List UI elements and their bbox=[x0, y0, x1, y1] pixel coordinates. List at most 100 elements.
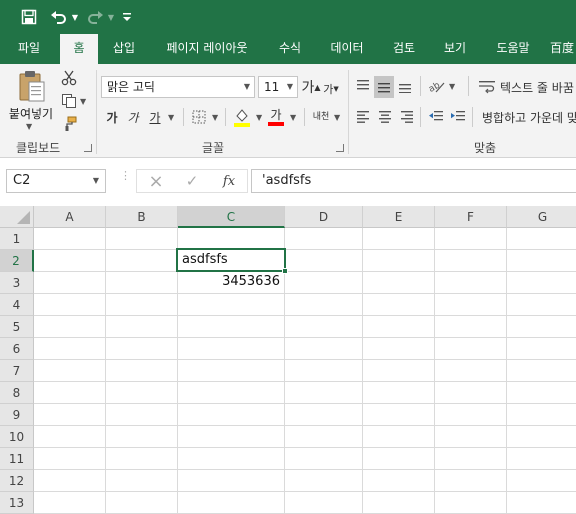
redo-button[interactable] bbox=[84, 7, 106, 27]
up-arrow-icon: ▲ bbox=[314, 82, 321, 92]
splitter-handle[interactable]: ⋮ bbox=[120, 170, 131, 187]
cancel-button[interactable]: × bbox=[146, 171, 166, 192]
align-left-button[interactable] bbox=[354, 107, 372, 125]
wrap-text-button[interactable]: 텍스트 줄 바꿈 bbox=[478, 76, 576, 98]
row-header-3[interactable]: 3 bbox=[0, 272, 34, 294]
tab-review[interactable]: 검토 bbox=[384, 34, 424, 64]
tab-page-layout[interactable]: 페이지 레이아웃 bbox=[154, 34, 260, 64]
name-box[interactable]: C2 ▼ bbox=[6, 169, 106, 193]
row-header-9[interactable]: 9 bbox=[0, 404, 34, 426]
clipboard-launcher[interactable] bbox=[84, 144, 92, 152]
font-name-select[interactable]: 맑은 고딕 ▼ bbox=[101, 76, 255, 98]
row-header-12[interactable]: 12 bbox=[0, 470, 34, 492]
enter-button[interactable]: ✓ bbox=[182, 171, 202, 191]
save-icon bbox=[21, 9, 37, 25]
tab-file[interactable]: 파일 bbox=[4, 34, 54, 64]
copy-button[interactable] bbox=[58, 91, 80, 111]
customize-quick-access-icon bbox=[123, 13, 131, 21]
align-bottom-icon bbox=[399, 84, 411, 93]
fx-icon: fx bbox=[222, 173, 236, 189]
row-header-13[interactable]: 13 bbox=[0, 492, 34, 514]
underline-button[interactable]: 가 bbox=[146, 108, 164, 126]
divider bbox=[472, 107, 473, 127]
align-top-icon bbox=[357, 80, 369, 90]
chevron-down-icon[interactable]: ▼ bbox=[256, 113, 262, 122]
fill-color-icon bbox=[234, 109, 250, 127]
align-middle-button[interactable] bbox=[374, 76, 394, 98]
tab-data[interactable]: 데이터 bbox=[320, 34, 374, 64]
column-header-b[interactable]: B bbox=[106, 206, 178, 228]
ribbon-home: 붙여넣기 ▼ ▼ 클립보드 맑은 고딕 ▼ 11 ▼ 가 ▲ 가 ▼ 가 가 가… bbox=[0, 64, 576, 158]
redo-dropdown[interactable]: ▼ bbox=[106, 7, 116, 27]
undo-dropdown[interactable]: ▼ bbox=[70, 7, 80, 27]
insert-function-button[interactable]: fx bbox=[218, 171, 240, 191]
font-color-button[interactable]: 가 bbox=[266, 106, 286, 128]
row-header-8[interactable]: 8 bbox=[0, 382, 34, 404]
row-header-5[interactable]: 5 bbox=[0, 316, 34, 338]
column-header-e[interactable]: E bbox=[363, 206, 435, 228]
decrease-font-size-button[interactable]: 가 ▼ bbox=[322, 79, 340, 99]
customize-quick-access-button[interactable] bbox=[120, 7, 134, 27]
redo-icon bbox=[88, 11, 103, 24]
tab-view[interactable]: 보기 bbox=[434, 34, 476, 64]
chevron-down-icon[interactable]: ▼ bbox=[168, 113, 174, 122]
paste-button[interactable] bbox=[12, 68, 52, 104]
align-center-button[interactable] bbox=[376, 107, 394, 125]
italic-button[interactable]: 가 bbox=[124, 108, 142, 126]
align-top-button[interactable] bbox=[354, 76, 372, 96]
chevron-down-icon[interactable]: ▼ bbox=[26, 122, 32, 131]
font-size-select[interactable]: 11 ▼ bbox=[258, 76, 298, 98]
tab-baidu[interactable]: 百度 bbox=[548, 34, 576, 64]
decrease-indent-button[interactable] bbox=[426, 107, 446, 125]
borders-button[interactable] bbox=[190, 108, 208, 126]
merge-center-button[interactable]: 병합하고 가운데 맞춤 bbox=[478, 106, 576, 128]
align-bottom-button[interactable] bbox=[396, 76, 414, 96]
column-header-d[interactable]: D bbox=[285, 206, 363, 228]
chevron-down-icon[interactable]: ▼ bbox=[93, 170, 99, 192]
bold-button[interactable]: 가 bbox=[103, 108, 121, 126]
cell-c3[interactable]: 3453636 bbox=[178, 271, 282, 293]
increase-indent-button[interactable] bbox=[448, 107, 468, 125]
save-button[interactable] bbox=[18, 7, 40, 27]
chevron-down-icon[interactable]: ▼ bbox=[334, 113, 340, 122]
paste-label[interactable]: 붙여넣기 bbox=[4, 105, 58, 122]
row-header-1[interactable]: 1 bbox=[0, 228, 34, 250]
column-header-f[interactable]: F bbox=[435, 206, 507, 228]
column-header-g[interactable]: G bbox=[507, 206, 576, 228]
tab-help[interactable]: 도움말 bbox=[486, 34, 540, 64]
column-header-c[interactable]: C bbox=[178, 206, 285, 228]
chevron-down-icon[interactable]: ▼ bbox=[290, 113, 296, 122]
align-right-icon bbox=[401, 111, 413, 123]
chevron-down-icon[interactable]: ▼ bbox=[80, 97, 86, 106]
undo-button[interactable] bbox=[48, 7, 70, 27]
font-color-swatch bbox=[268, 122, 284, 126]
tab-formulas[interactable]: 수식 bbox=[270, 34, 310, 64]
increase-font-size-button[interactable]: 가 ▲ bbox=[301, 77, 321, 97]
tab-home[interactable]: 홈 bbox=[60, 34, 98, 64]
select-all-icon bbox=[17, 211, 30, 224]
fill-color-button[interactable] bbox=[232, 106, 252, 128]
row-header-7[interactable]: 7 bbox=[0, 360, 34, 382]
font-launcher[interactable] bbox=[336, 144, 344, 152]
format-painter-button[interactable] bbox=[58, 114, 80, 134]
row-header-10[interactable]: 10 bbox=[0, 426, 34, 448]
align-right-button[interactable] bbox=[398, 107, 416, 125]
chevron-down-icon[interactable]: ▼ bbox=[449, 82, 455, 91]
gridline bbox=[34, 337, 576, 338]
select-all-button[interactable] bbox=[0, 206, 34, 228]
tab-insert[interactable]: 삽입 bbox=[104, 34, 144, 64]
formula-input[interactable]: 'asdfsfs bbox=[251, 169, 576, 193]
fill-handle[interactable] bbox=[282, 268, 288, 274]
chevron-down-icon: ▼ bbox=[107, 12, 115, 22]
orientation-button[interactable]: ab bbox=[426, 76, 448, 96]
decrease-indent-icon bbox=[429, 111, 443, 121]
chevron-down-icon: ▼ bbox=[71, 12, 79, 22]
chevron-down-icon[interactable]: ▼ bbox=[212, 113, 218, 122]
row-header-2[interactable]: 2 bbox=[0, 250, 34, 272]
column-header-a[interactable]: A bbox=[34, 206, 106, 228]
cut-button[interactable] bbox=[58, 68, 80, 88]
row-header-4[interactable]: 4 bbox=[0, 294, 34, 316]
phonetic-button[interactable]: 내천 bbox=[310, 106, 332, 128]
row-header-6[interactable]: 6 bbox=[0, 338, 34, 360]
row-header-11[interactable]: 11 bbox=[0, 448, 34, 470]
